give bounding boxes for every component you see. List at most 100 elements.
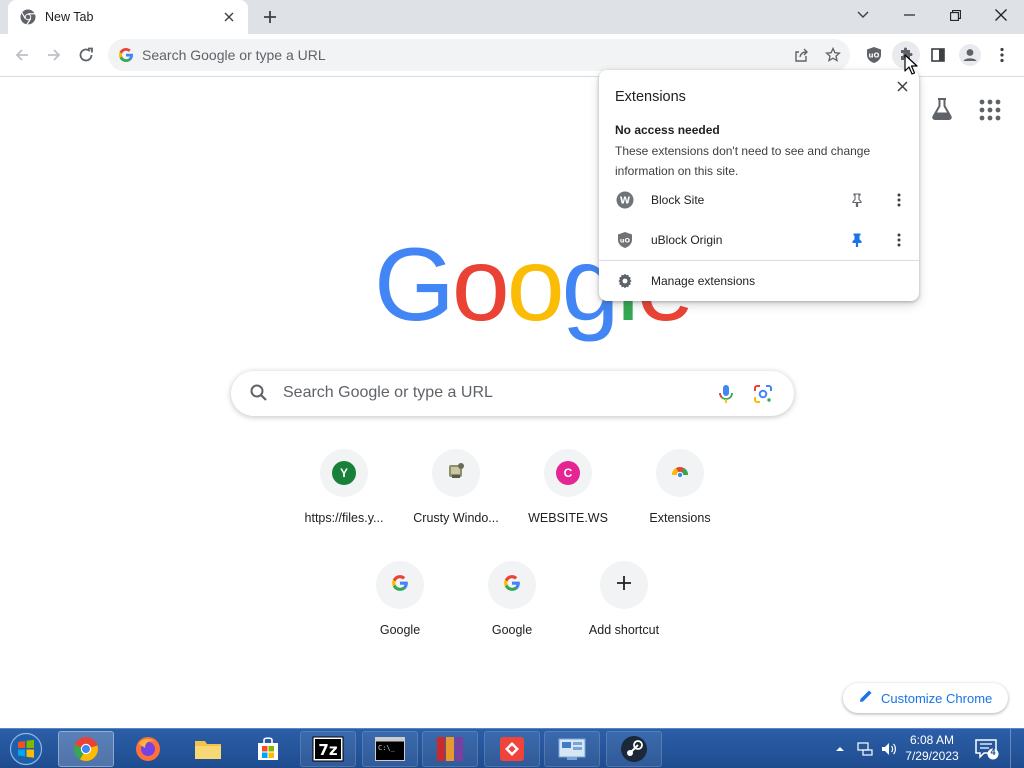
omnibox[interactable]: Search Google or type a URL — [108, 39, 850, 71]
action-center-icon[interactable]: 4 — [974, 737, 1000, 761]
shortcut-google[interactable]: Google — [456, 561, 568, 661]
extension-name: Block Site — [651, 193, 705, 207]
tab-title: New Tab — [45, 10, 94, 24]
tab-new-tab[interactable]: New Tab — [8, 0, 248, 34]
extension-name: uBlock Origin — [651, 233, 723, 247]
logo-letter: o — [451, 227, 510, 343]
shortcut-label: Crusty Windo... — [413, 511, 499, 525]
close-icon[interactable] — [893, 77, 911, 95]
google-lens-icon[interactable] — [752, 383, 774, 405]
shortcut-tile — [376, 561, 424, 609]
crusty-icon — [446, 461, 466, 486]
reload-icon[interactable] — [72, 41, 100, 69]
shortcut-tile: Y — [320, 449, 368, 497]
chrome-icon — [20, 9, 36, 25]
tab-close-icon[interactable] — [220, 8, 238, 26]
side-panel-icon[interactable] — [924, 41, 952, 69]
volume-icon[interactable] — [878, 729, 900, 768]
omnibox-placeholder: Search Google or type a URL — [142, 47, 326, 63]
more-options-icon[interactable] — [891, 231, 907, 249]
taskbar-control-panel[interactable] — [544, 731, 600, 767]
taskbar-clock[interactable]: 6:08 AM 7/29/2023 — [900, 732, 964, 764]
add-shortcut[interactable]: Add shortcut — [568, 561, 680, 661]
extension-row-ublock-origin[interactable]: uO uBlock Origin — [599, 220, 919, 260]
gear-icon — [616, 272, 634, 290]
shortcut-label: https://files.y... — [304, 511, 384, 525]
profile-icon[interactable] — [956, 41, 984, 69]
minimize-icon[interactable] — [886, 0, 932, 30]
shortcut-tile: C — [544, 449, 592, 497]
shortcut-crusty-windows[interactable]: Crusty Windo... — [400, 449, 512, 549]
manage-extensions-item[interactable]: Manage extensions — [599, 261, 919, 301]
start-button[interactable] — [4, 731, 48, 767]
extensions-popup-title: Extensions — [615, 89, 686, 105]
customize-chrome-button[interactable]: Customize Chrome — [843, 683, 1008, 713]
plus-icon — [616, 575, 632, 596]
svg-text:uO: uO — [620, 237, 631, 245]
close-window-icon[interactable] — [978, 0, 1024, 30]
restore-icon[interactable] — [932, 0, 978, 30]
show-desktop-button[interactable] — [1010, 729, 1024, 768]
taskbar-steam[interactable] — [606, 731, 662, 767]
manage-extensions-label: Manage extensions — [651, 274, 756, 288]
extension-row-block-site[interactable]: W Block Site — [599, 180, 919, 220]
labs-flask-icon[interactable] — [930, 97, 954, 121]
back-icon[interactable] — [8, 41, 36, 69]
taskbar-store[interactable] — [240, 731, 296, 767]
network-icon[interactable] — [854, 729, 876, 768]
logo-letter: G — [374, 227, 455, 343]
clock-time: 6:08 AM — [909, 733, 955, 747]
no-access-heading: No access needed — [615, 123, 720, 137]
taskbar-cmd[interactable]: C:\_ — [362, 731, 418, 767]
ublock-icon: uO — [616, 231, 634, 249]
mouse-cursor-icon — [904, 54, 918, 76]
search-placeholder: Search Google or type a URL — [283, 384, 493, 401]
shortcut-label: Google — [379, 623, 421, 637]
extensions-popup: Extensions No access needed These extens… — [599, 70, 919, 301]
pinned-icon[interactable] — [849, 232, 865, 248]
google-apps-grid-icon[interactable] — [979, 99, 1001, 121]
taskbar-chrome[interactable] — [58, 731, 114, 767]
shortcut-tile — [432, 449, 480, 497]
ublock-toolbar-icon[interactable]: uO — [860, 41, 888, 69]
letter-badge: Y — [332, 461, 356, 485]
taskbar-firefox[interactable] — [120, 731, 176, 767]
shortcut-tile — [488, 561, 536, 609]
title-bar: New Tab — [0, 0, 1024, 34]
svg-text:W: W — [620, 196, 631, 207]
svg-text:uO: uO — [869, 52, 880, 60]
new-tab-plus-icon[interactable] — [258, 5, 282, 29]
share-icon[interactable] — [791, 45, 811, 65]
no-access-description: These extensions don't need to see and c… — [615, 144, 871, 178]
svg-text:7z: 7z — [318, 741, 337, 759]
logo-letter: o — [506, 227, 565, 343]
pin-icon[interactable] — [849, 192, 865, 208]
ntp-search-box[interactable]: Search Google or type a URL — [231, 371, 794, 416]
shortcut-google[interactable]: Google — [344, 561, 456, 661]
letter-badge: C — [556, 461, 580, 485]
shortcut-files[interactable]: Y https://files.y... — [288, 449, 400, 549]
clock-date: 7/29/2023 — [905, 749, 959, 763]
shortcut-extensions[interactable]: Extensions — [624, 449, 736, 549]
taskbar-file-explorer[interactable] — [180, 731, 236, 767]
pencil-icon — [859, 689, 873, 708]
google-g-icon — [391, 574, 409, 597]
notification-count: 4 — [990, 747, 996, 757]
taskbar-anydesk[interactable] — [484, 731, 540, 767]
show-hidden-icons-arrow[interactable] — [832, 729, 848, 768]
taskbar-7zip[interactable]: 7z — [300, 731, 356, 767]
microphone-icon[interactable] — [715, 383, 737, 405]
tab-search-chevron-icon[interactable] — [840, 0, 886, 30]
shortcut-tile — [600, 561, 648, 609]
more-options-icon[interactable] — [891, 191, 907, 209]
shortcut-website-ws[interactable]: C WEBSITE.WS — [512, 449, 624, 549]
shortcut-label: Google — [491, 623, 533, 637]
bookmark-star-icon[interactable] — [823, 45, 843, 65]
svg-text:C:\_: C:\_ — [378, 744, 396, 752]
forward-icon[interactable] — [40, 41, 68, 69]
taskbar-winrar[interactable] — [422, 731, 478, 767]
shortcut-label: Add shortcut — [588, 623, 660, 637]
menu-dots-icon[interactable] — [988, 41, 1016, 69]
search-icon — [249, 383, 269, 403]
shortcut-label: WEBSITE.WS — [528, 511, 608, 525]
